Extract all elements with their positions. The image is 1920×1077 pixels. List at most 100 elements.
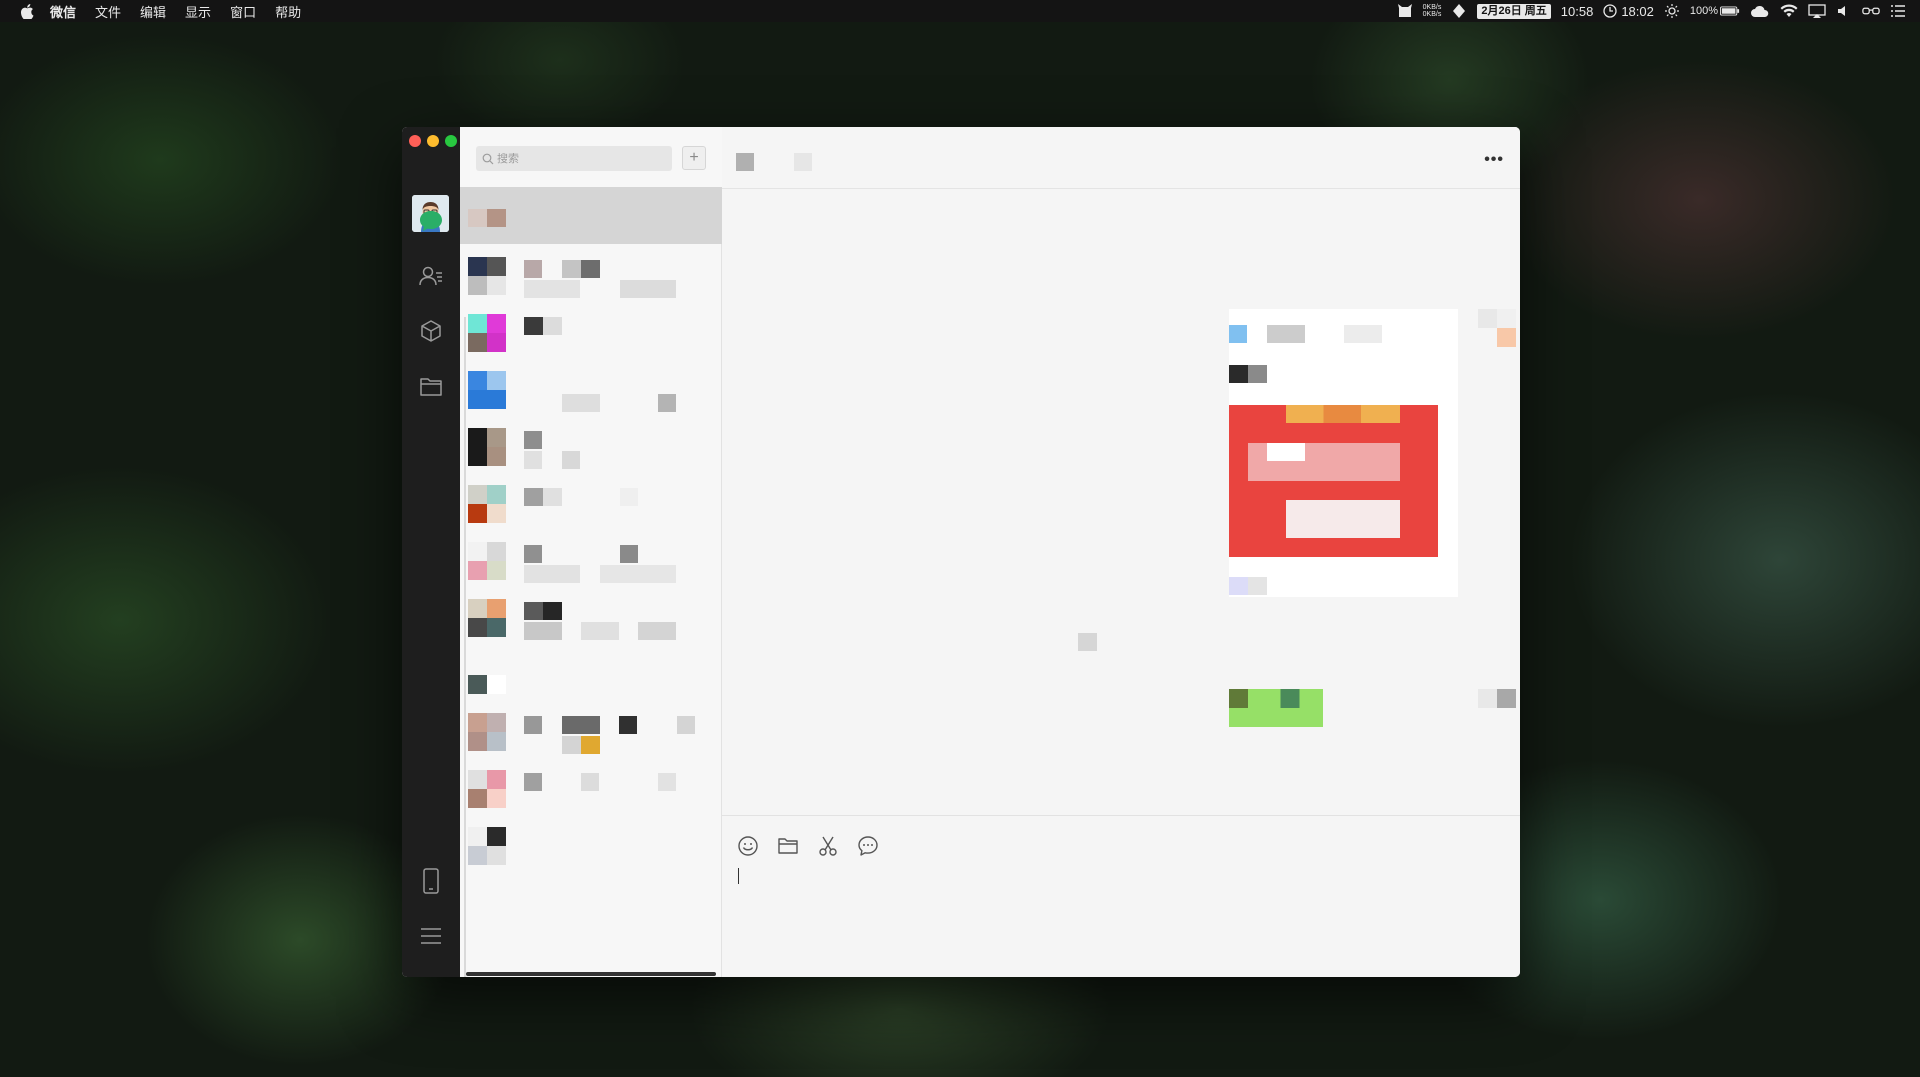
- pixelated-text: [524, 716, 542, 734]
- emoji-icon: [738, 836, 758, 856]
- nav-phone[interactable]: [417, 867, 445, 895]
- message-bubble[interactable]: [1229, 689, 1323, 727]
- list-item[interactable]: [460, 586, 722, 643]
- cloud-icon[interactable]: [1750, 4, 1770, 18]
- wifi-icon[interactable]: [1780, 4, 1798, 18]
- menu-window[interactable]: 窗口: [230, 2, 256, 21]
- message-card[interactable]: [1229, 309, 1458, 597]
- search-input[interactable]: [497, 152, 657, 165]
- clock-icon: [1603, 4, 1617, 18]
- message-area[interactable]: [722, 189, 1520, 815]
- avatar: [468, 713, 506, 751]
- files-icon: [420, 378, 442, 396]
- card-title: [1344, 325, 1382, 343]
- pixelated-text: [524, 773, 542, 791]
- battery-icon[interactable]: [1720, 4, 1740, 18]
- composer-toolbar: [736, 834, 896, 858]
- list-header: +: [460, 127, 722, 187]
- pixelated-text: [524, 602, 562, 620]
- message-timestamp: [1078, 633, 1097, 651]
- list-item[interactable]: [460, 358, 722, 415]
- menu-file[interactable]: 文件: [95, 2, 121, 21]
- text-cursor: [738, 868, 739, 884]
- pixelated-text: [524, 565, 580, 583]
- menu-app-name[interactable]: 微信: [50, 2, 76, 21]
- list-divider: [464, 317, 466, 977]
- folder-icon: [778, 838, 798, 854]
- avatar: [468, 314, 506, 352]
- composer: [722, 815, 1520, 977]
- avatar: [468, 542, 506, 580]
- search-box[interactable]: [476, 146, 672, 171]
- list-item[interactable]: [460, 529, 722, 586]
- pixelated-text: [524, 280, 580, 298]
- nav-menu[interactable]: [417, 922, 445, 950]
- avatar: [468, 656, 506, 694]
- cat-icon[interactable]: [1397, 4, 1413, 18]
- list-item[interactable]: [460, 415, 722, 472]
- airplay-icon[interactable]: [1808, 4, 1826, 18]
- more-button[interactable]: •••: [1484, 151, 1504, 169]
- volume-icon[interactable]: [1836, 4, 1852, 18]
- screenshot-button[interactable]: [816, 834, 840, 858]
- list-item[interactable]: [460, 472, 722, 529]
- pixelated-text: [562, 451, 580, 469]
- contacts-icon: [419, 266, 442, 286]
- date-badge[interactable]: 2月26日 周五: [1477, 3, 1551, 19]
- pixelated-text: [620, 280, 676, 298]
- battery-percent-text[interactable]: 100%: [1690, 5, 1718, 17]
- card-image: [1229, 405, 1438, 557]
- pixelated-text: [524, 260, 542, 278]
- apple-icon[interactable]: [20, 3, 34, 19]
- card-title: [1267, 325, 1305, 343]
- list-item[interactable]: [460, 301, 722, 358]
- avatar[interactable]: [1478, 689, 1516, 727]
- list-item[interactable]: [460, 187, 722, 244]
- wechat-window: +: [402, 127, 1520, 977]
- zoom-button[interactable]: [445, 135, 457, 147]
- message-icon: [858, 836, 878, 856]
- conversation-panel: •••: [722, 127, 1520, 977]
- pixelated-text: [638, 622, 676, 640]
- time-text[interactable]: 10:58: [1561, 4, 1594, 19]
- nav-favorites[interactable]: [417, 317, 445, 345]
- add-chat-button[interactable]: +: [682, 146, 706, 170]
- search-icon: [482, 153, 494, 164]
- pixelated-text: [524, 622, 562, 640]
- clock-time-text[interactable]: 18:02: [1621, 4, 1654, 19]
- glasses-icon[interactable]: [1862, 4, 1880, 18]
- brightness-icon[interactable]: [1664, 4, 1680, 18]
- pixelated-text: [620, 488, 638, 506]
- emoji-button[interactable]: [736, 834, 760, 858]
- list-item[interactable]: [460, 244, 722, 301]
- pixelated-text: [562, 260, 600, 278]
- card-subtitle: [1229, 365, 1267, 383]
- avatar[interactable]: [1478, 309, 1516, 347]
- list-item[interactable]: [460, 814, 722, 871]
- avatar: [468, 428, 506, 466]
- nav-contacts[interactable]: [417, 262, 445, 290]
- favorites-icon: [421, 320, 441, 342]
- message-input[interactable]: [736, 864, 1506, 964]
- send-file-button[interactable]: [776, 834, 800, 858]
- window-controls: [409, 135, 463, 147]
- close-button[interactable]: [409, 135, 421, 147]
- list-icon[interactable]: [1890, 4, 1906, 18]
- minimize-button[interactable]: [427, 135, 439, 147]
- location-icon[interactable]: [1451, 4, 1467, 18]
- menu-edit[interactable]: 编辑: [140, 2, 166, 21]
- net-up-text: 0KB/s: [1422, 4, 1442, 11]
- pixelated-text: [524, 317, 562, 335]
- network-speed[interactable]: 0KB/s 0KB/s: [1423, 4, 1442, 18]
- list-item[interactable]: [460, 700, 722, 757]
- nav-chat[interactable]: [417, 207, 445, 235]
- list-item[interactable]: [460, 643, 722, 700]
- list-item[interactable]: [460, 757, 722, 814]
- nav-files[interactable]: [417, 372, 445, 400]
- conversation-header: •••: [722, 127, 1520, 189]
- menu-view[interactable]: 显示: [185, 2, 211, 21]
- list-scrollbar[interactable]: [466, 972, 716, 976]
- pixelated-text: [677, 716, 695, 734]
- menu-help[interactable]: 帮助: [275, 2, 301, 21]
- chat-history-button[interactable]: [856, 834, 880, 858]
